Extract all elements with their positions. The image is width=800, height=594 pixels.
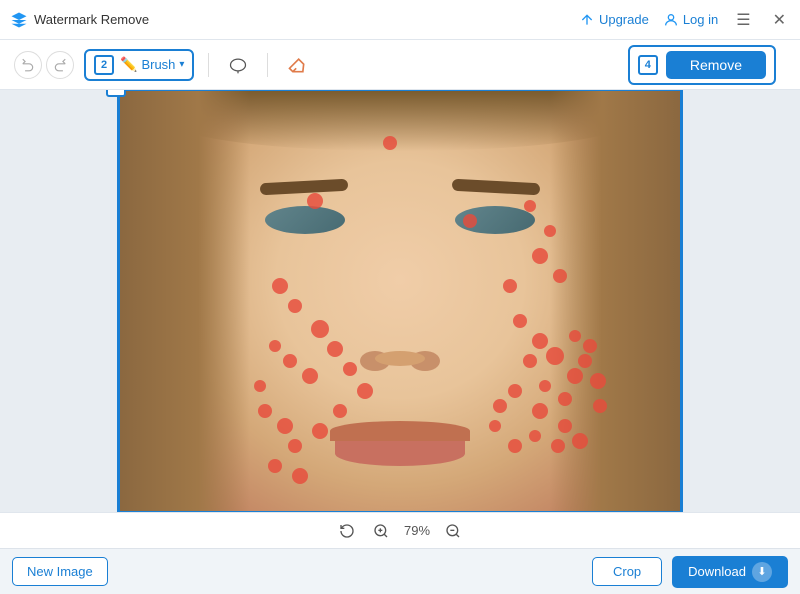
login-label: Log in bbox=[683, 12, 718, 27]
remove-button[interactable]: Remove bbox=[666, 51, 766, 79]
nose bbox=[360, 291, 440, 371]
app-icon bbox=[10, 11, 28, 29]
download-label: Download bbox=[688, 564, 746, 579]
brush-icon: ✏️ bbox=[120, 56, 137, 73]
upgrade-button[interactable]: Upgrade bbox=[579, 12, 649, 28]
lasso-button[interactable] bbox=[223, 50, 253, 80]
zoom-level: 79% bbox=[404, 523, 430, 538]
rotate-icon bbox=[339, 523, 355, 539]
bottom-bar: New Image Crop Download ⬇ bbox=[0, 548, 800, 594]
hair-right bbox=[550, 91, 680, 511]
undo-icon bbox=[21, 58, 35, 72]
user-icon bbox=[663, 12, 679, 28]
rotate-button[interactable] bbox=[336, 520, 358, 542]
zoom-out-icon bbox=[445, 523, 461, 539]
toolbar-separator-2 bbox=[267, 53, 268, 77]
remove-group: 4 Remove bbox=[628, 45, 776, 85]
upgrade-label: Upgrade bbox=[599, 12, 649, 27]
zoom-in-button[interactable] bbox=[370, 520, 392, 542]
step3-badge: 3 bbox=[106, 90, 126, 97]
login-button[interactable]: Log in bbox=[663, 12, 718, 28]
brush-button[interactable]: ✏️ Brush ▾ bbox=[120, 56, 184, 73]
hair-left bbox=[120, 91, 250, 511]
zoom-in-icon bbox=[373, 523, 389, 539]
status-bar: 79% bbox=[0, 512, 800, 548]
toolbar: 2 ✏️ Brush ▾ 4 Remove bbox=[0, 40, 800, 90]
close-button[interactable]: ✕ bbox=[769, 8, 790, 32]
app-title: Watermark Remove bbox=[34, 12, 149, 27]
canvas-wrapper[interactable]: 3 bbox=[117, 90, 683, 512]
download-button[interactable]: Download ⬇ bbox=[672, 556, 788, 588]
title-bar-right: Upgrade Log in ☰ ✕ bbox=[579, 8, 790, 32]
step2-badge: 2 bbox=[94, 55, 114, 75]
chevron-down-icon: ▾ bbox=[179, 59, 184, 70]
toolbar-nav bbox=[14, 51, 74, 79]
brush-label: Brush bbox=[141, 57, 175, 72]
title-bar-left: Watermark Remove bbox=[10, 11, 579, 29]
brush-tool-group[interactable]: 2 ✏️ Brush ▾ bbox=[84, 49, 194, 81]
erase-button[interactable] bbox=[282, 50, 312, 80]
step4-badge: 4 bbox=[638, 55, 658, 75]
download-icon: ⬇ bbox=[752, 562, 772, 582]
right-eye bbox=[455, 206, 535, 234]
upgrade-icon bbox=[579, 12, 595, 28]
lips bbox=[330, 421, 470, 466]
redo-button[interactable] bbox=[46, 51, 74, 79]
lasso-icon bbox=[228, 55, 248, 75]
step3-badge-container: 3 bbox=[106, 90, 126, 97]
menu-button[interactable]: ☰ bbox=[732, 8, 754, 32]
face-image[interactable] bbox=[120, 91, 680, 511]
toolbar-separator bbox=[208, 53, 209, 77]
zoom-out-button[interactable] bbox=[442, 520, 464, 542]
redo-icon bbox=[53, 58, 67, 72]
new-image-button[interactable]: New Image bbox=[12, 557, 108, 586]
crop-button[interactable]: Crop bbox=[592, 557, 662, 586]
eraser-icon bbox=[287, 55, 307, 75]
left-eye bbox=[265, 206, 345, 234]
undo-button[interactable] bbox=[14, 51, 42, 79]
main-canvas-area: 3 bbox=[0, 90, 800, 512]
title-bar: Watermark Remove Upgrade Log in ☰ ✕ bbox=[0, 0, 800, 40]
bottom-right-group: Crop Download ⬇ bbox=[592, 556, 788, 588]
